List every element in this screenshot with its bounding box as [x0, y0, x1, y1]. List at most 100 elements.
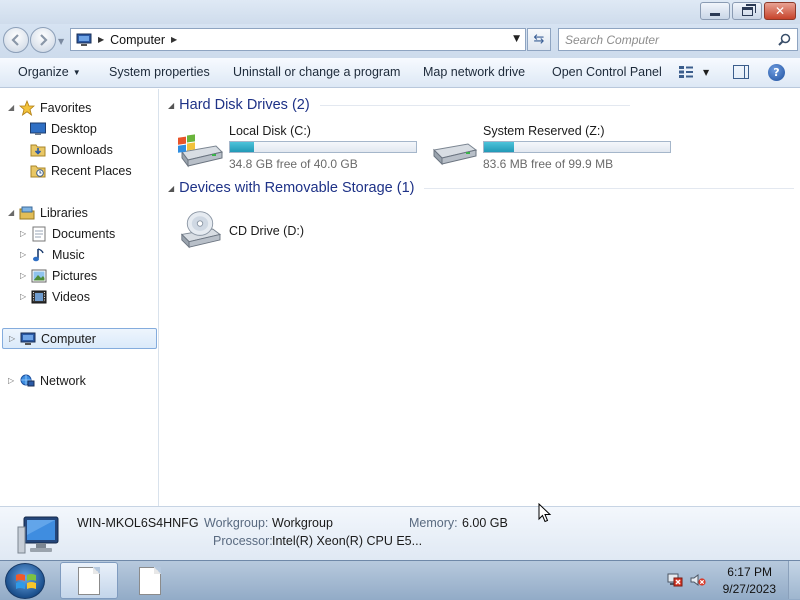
close-icon: ✕ [774, 4, 786, 18]
expand-arrow-icon[interactable]: ▷ [9, 334, 17, 343]
nav-pictures-label: Pictures [52, 268, 98, 283]
restore-button[interactable] [732, 2, 762, 20]
title-bar: ✕ [0, 0, 800, 24]
drive-local-disk-c[interactable]: Local Disk (C:) 34.8 GB free of 40.0 GB [176, 124, 426, 172]
breadcrumb-computer[interactable]: Computer [110, 33, 165, 47]
documents-icon [31, 226, 47, 242]
document-icon [78, 566, 100, 595]
processor-label: Processor: [213, 534, 273, 548]
drive-usage-bar [229, 141, 417, 153]
windows-hard-drive-icon [178, 134, 223, 168]
close-button[interactable]: ✕ [764, 2, 796, 20]
hard-drive-icon [432, 143, 478, 166]
collapse-arrow-icon[interactable]: ◢ [168, 184, 174, 193]
expand-arrow-icon[interactable]: ▷ [20, 292, 28, 301]
nav-videos-label: Videos [52, 289, 90, 304]
clock-date[interactable]: 9/27/2023 [723, 582, 776, 596]
chevron-down-icon: ▼ [72, 68, 81, 77]
help-icon[interactable]: ? [768, 64, 785, 81]
nav-favorites[interactable]: ◢ Favorites [8, 97, 91, 118]
forward-button[interactable] [30, 27, 56, 53]
network-status-icon[interactable] [667, 573, 683, 587]
star-icon [19, 99, 35, 116]
drive-name: System Reserved (Z:) [483, 124, 605, 138]
recent-places-icon [30, 163, 46, 179]
collapse-arrow-icon[interactable]: ◢ [168, 101, 174, 110]
minimize-button[interactable] [700, 2, 730, 20]
view-options-dropdown-icon[interactable]: ▼ [703, 68, 709, 77]
search-icon[interactable] [778, 33, 791, 46]
address-dropdown-icon[interactable]: ▼ [513, 34, 520, 44]
taskbar: 6:17 PM 9/27/2023 [0, 560, 800, 600]
group-removable-storage[interactable]: ◢ Devices with Removable Storage (1) [168, 180, 795, 196]
map-network-drive-button[interactable]: Map network drive [423, 65, 525, 79]
drive-free-space: 34.8 GB free of 40.0 GB [229, 157, 358, 171]
taskbar-app-explorer[interactable] [60, 562, 118, 599]
command-bar: Organize ▼ System properties Uninstall or… [0, 58, 800, 88]
uninstall-program-button[interactable]: Uninstall or change a program [233, 65, 400, 79]
document-icon [139, 566, 161, 595]
change-view-icon[interactable] [678, 65, 694, 79]
search-box[interactable] [558, 28, 798, 51]
show-desktop-button[interactable] [788, 561, 800, 599]
memory-value: 6.00 GB [462, 516, 508, 530]
preview-pane-icon[interactable] [733, 65, 749, 79]
nav-pictures[interactable]: ▷ Pictures [20, 265, 97, 286]
address-bar[interactable]: ▶ Computer ▶ ▼ [70, 28, 526, 51]
open-control-panel-button[interactable]: Open Control Panel [552, 65, 662, 79]
clock-time[interactable]: 6:17 PM [727, 565, 772, 579]
drive-name: CD Drive (D:) [229, 224, 304, 238]
nav-videos[interactable]: ▷ Videos [20, 286, 90, 307]
nav-favorites-label: Favorites [40, 100, 92, 115]
restore-icon [741, 3, 756, 16]
breadcrumb-separator-icon[interactable]: ▶ [171, 35, 177, 44]
start-button[interactable] [5, 563, 45, 599]
computer-icon [76, 33, 92, 46]
volume-muted-icon[interactable] [690, 573, 706, 587]
recent-pages-dropdown[interactable]: ▼ [58, 37, 64, 46]
nav-computer[interactable]: ▷ Computer [2, 328, 157, 349]
processor-value: Intel(R) Xeon(R) CPU E5... [272, 534, 423, 548]
windows-logo-icon [16, 574, 36, 589]
details-pane: WIN-MKOL6S4HNFG Workgroup: Workgroup Mem… [0, 506, 800, 560]
nav-network-label: Network [40, 373, 86, 388]
expand-arrow-icon[interactable]: ▷ [20, 229, 28, 238]
back-arrow-icon [11, 34, 19, 46]
nav-network[interactable]: ▷ Network [8, 370, 86, 391]
computer-icon [17, 516, 59, 554]
videos-icon [31, 289, 47, 305]
organize-label: Organize [18, 65, 69, 79]
group-hard-disk-drives-label: Hard Disk Drives (2) [179, 97, 310, 113]
collapse-arrow-icon[interactable]: ◢ [8, 103, 16, 112]
group-divider [424, 187, 795, 189]
back-button[interactable] [3, 27, 29, 53]
nav-libraries-label: Libraries [40, 205, 88, 220]
cd-drive-icon [180, 211, 222, 249]
drive-usage-fill [484, 142, 514, 152]
nav-desktop[interactable]: Desktop [30, 118, 97, 139]
workgroup-label: Workgroup: [204, 516, 269, 530]
nav-documents[interactable]: ▷ Documents [20, 223, 115, 244]
organize-button[interactable]: Organize ▼ [18, 65, 81, 79]
drive-cd-d[interactable]: CD Drive (D:) [176, 207, 336, 255]
nav-downloads[interactable]: Downloads [30, 139, 113, 160]
libraries-icon [19, 205, 35, 221]
refresh-button[interactable]: ⇆ [527, 28, 551, 51]
drive-system-reserved-z[interactable]: System Reserved (Z:) 83.6 MB free of 99.… [430, 124, 680, 172]
breadcrumb-separator-icon[interactable]: ▶ [98, 35, 104, 44]
nav-recent-places[interactable]: Recent Places [30, 160, 132, 181]
expand-arrow-icon[interactable]: ▷ [20, 271, 28, 280]
nav-music[interactable]: ▷ Music [20, 244, 85, 265]
system-properties-button[interactable]: System properties [109, 65, 210, 79]
pictures-icon [31, 268, 47, 284]
network-icon [19, 373, 35, 389]
taskbar-app-document[interactable] [121, 562, 179, 599]
group-hard-disk-drives[interactable]: ◢ Hard Disk Drives (2) [168, 97, 630, 113]
expand-arrow-icon[interactable]: ▷ [20, 250, 28, 259]
expand-arrow-icon[interactable]: ▷ [8, 376, 16, 385]
navigation-pane: ◢ Favorites Desktop Downloads Recent Pla… [0, 89, 159, 506]
nav-libraries[interactable]: ◢ Libraries [8, 202, 88, 223]
content-pane: ◢ Hard Disk Drives (2) Local Disk (C:) 3… [160, 89, 800, 506]
search-input[interactable] [565, 32, 770, 47]
collapse-arrow-icon[interactable]: ◢ [8, 208, 16, 217]
